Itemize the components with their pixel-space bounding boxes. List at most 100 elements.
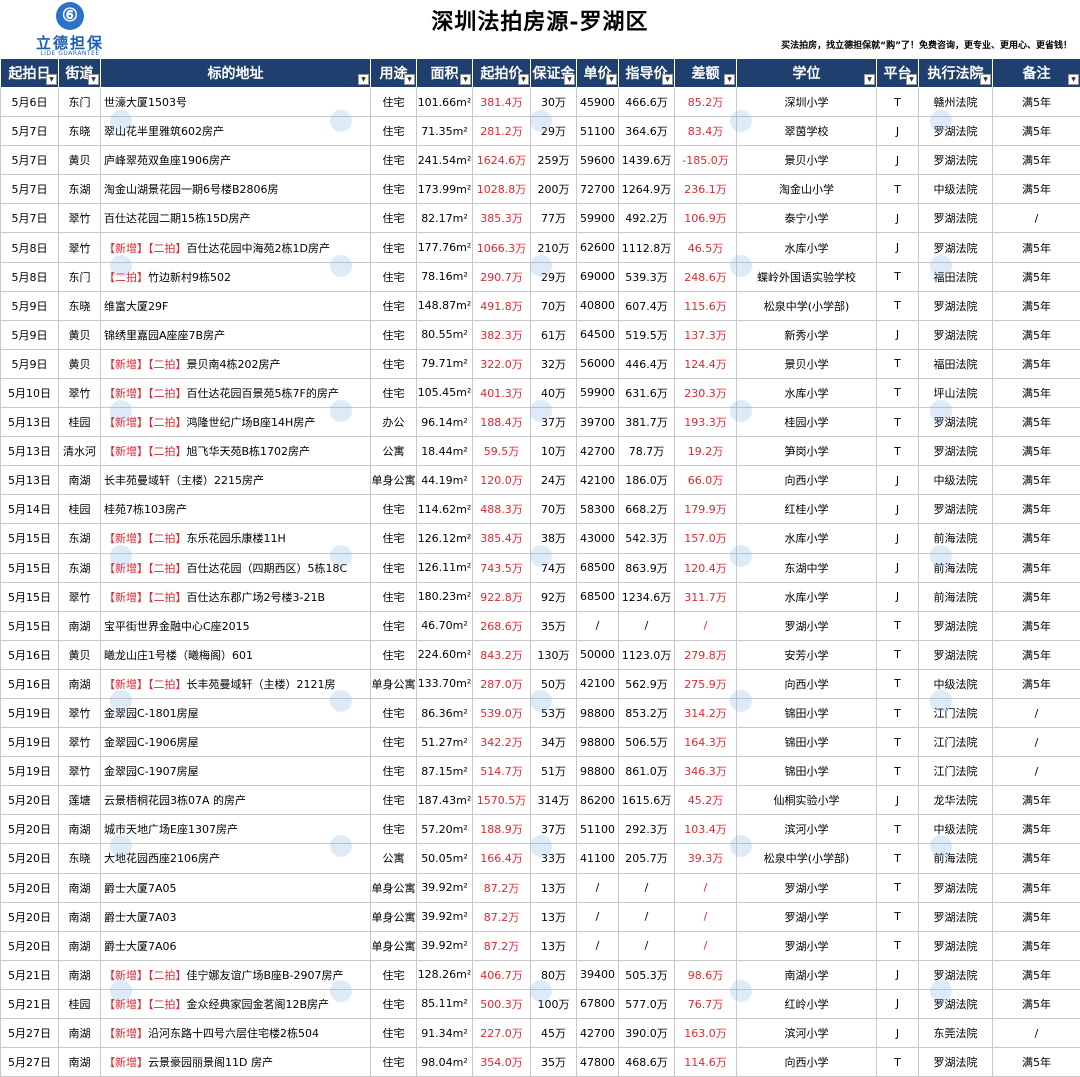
new-tag: 【新增】: [104, 357, 148, 371]
column-header-difference[interactable]: 差额 ▼: [674, 58, 737, 88]
cell-court: 前海法院: [918, 552, 993, 583]
cell-school: 红桂小学: [736, 494, 877, 525]
cell-area: 91.34m²: [416, 1017, 473, 1049]
cell-court: 罗湖法院: [918, 145, 993, 176]
cell-guide-price: 468.6万: [618, 1047, 675, 1077]
cell-school: 水库小学: [736, 581, 877, 612]
cell-guide-price: 466.6万: [618, 86, 675, 118]
column-header-deposit[interactable]: 保证金 ▼: [530, 58, 577, 88]
cell-street: 桂园: [58, 988, 101, 1020]
cell-area: 105.45m²: [416, 377, 473, 409]
table-row: 5月19日 翠竹 金翠园C-1906房屋 住宅 51.27m² 342.2万 34万 9880…: [0, 727, 1080, 758]
cell-deposit: 92万: [530, 581, 577, 612]
cell-platform: J: [876, 523, 919, 554]
column-header-label: 备注: [1022, 66, 1051, 82]
table-row: 5月13日 南湖 长丰苑曼域轩（主楼）2215房产 单身公寓 44.19m² 120.0万…: [0, 465, 1080, 496]
cell-unit-price: 86200: [576, 785, 619, 816]
filter-dropdown-icon[interactable]: ▼: [606, 74, 617, 85]
column-header-note[interactable]: 备注 ▼: [992, 58, 1080, 88]
cell-note: 满5年: [992, 86, 1080, 118]
cell-street: 翠竹: [58, 756, 101, 787]
filter-dropdown-icon[interactable]: ▼: [662, 74, 673, 85]
cell-court: 中级法院: [918, 174, 993, 205]
filter-dropdown-icon[interactable]: ▼: [564, 74, 575, 85]
second-auction-tag: 【二拍】: [148, 241, 187, 255]
cell-platform: J: [876, 494, 919, 525]
column-header-start-price[interactable]: 起拍价 ▼: [472, 58, 531, 88]
cell-difference: 98.6万: [674, 959, 737, 990]
filter-dropdown-icon[interactable]: ▼: [358, 74, 369, 85]
column-header-street[interactable]: 街道 ▼: [58, 58, 101, 88]
filter-dropdown-icon[interactable]: ▼: [518, 74, 529, 85]
cell-date: 5月20日: [0, 930, 59, 961]
filter-dropdown-icon[interactable]: ▼: [1068, 74, 1079, 85]
cell-start-price: 491.8万: [472, 290, 531, 321]
cell-address: 【新增】【二拍】百仕达东郡广场2号楼3-21B: [100, 581, 371, 612]
cell-start-price: 290.7万: [472, 261, 531, 292]
filter-dropdown-icon[interactable]: ▼: [906, 74, 917, 85]
column-header-school[interactable]: 学位 ▼: [736, 58, 877, 88]
filter-dropdown-icon[interactable]: ▼: [46, 74, 57, 85]
cell-date: 5月21日: [0, 988, 59, 1020]
address-text: 桂苑7栋103房产: [104, 503, 187, 517]
cell-guide-price: 542.3万: [618, 523, 675, 554]
address-text: 云景豪园丽景阁11D 房产: [148, 1056, 273, 1070]
cell-street: 南湖: [58, 668, 101, 699]
table-row: 5月20日 南湖 城市天地广场E座1307房产 住宅 57.20m² 188.9万 37万 5…: [0, 814, 1080, 845]
cell-unit-price: 45900: [576, 86, 619, 118]
cell-deposit: 30万: [530, 86, 577, 118]
column-header-date[interactable]: 起拍日 ▼: [0, 58, 59, 88]
cell-address: 【新增】【二拍】旭飞华天苑B栋1702房产: [100, 436, 371, 467]
cell-difference: 346.3万: [674, 756, 737, 787]
cell-court: 中级法院: [918, 814, 993, 845]
cell-use: 住宅: [370, 581, 417, 612]
cell-address: 【新增】【二拍】佳宁娜友谊广场B座B-2907房产: [100, 959, 371, 990]
cell-guide-price: 505.3万: [618, 959, 675, 990]
cell-unit-price: 42700: [576, 1017, 619, 1049]
table-row: 5月14日 桂园 桂苑7栋103房产 住宅 114.62m² 488.3万 70万 58300…: [0, 494, 1080, 525]
cell-area: 51.27m²: [416, 727, 473, 758]
filter-dropdown-icon[interactable]: ▼: [724, 74, 735, 85]
column-header-court[interactable]: 执行法院 ▼: [918, 58, 993, 88]
cell-guide-price: 1112.8万: [618, 232, 675, 263]
cell-school: 景贝小学: [736, 348, 877, 379]
cell-use: 公寓: [370, 843, 417, 874]
address-text: 东乐花园乐康楼11H: [186, 532, 286, 546]
address-text: 翠山花半里雅筑602房产: [104, 125, 224, 139]
cell-start-price: 59.5万: [472, 436, 531, 467]
cell-platform: J: [876, 988, 919, 1020]
filter-dropdown-icon[interactable]: ▼: [980, 74, 991, 85]
column-header-guide-price[interactable]: 指导价 ▼: [618, 58, 675, 88]
cell-deposit: 40万: [530, 377, 577, 409]
cell-start-price: 227.0万: [472, 1017, 531, 1049]
column-header-area[interactable]: 面积 ▼: [416, 58, 473, 88]
cell-court: 前海法院: [918, 523, 993, 554]
cell-note: 满5年: [992, 377, 1080, 409]
cell-guide-price: 205.7万: [618, 843, 675, 874]
filter-dropdown-icon[interactable]: ▼: [404, 74, 415, 85]
cell-deposit: 37万: [530, 407, 577, 438]
cell-use: 住宅: [370, 727, 417, 758]
cell-date: 5月16日: [0, 639, 59, 670]
cell-court: 罗湖法院: [918, 232, 993, 263]
column-header-unit-price[interactable]: 单价 ▼: [576, 58, 619, 88]
column-header-address[interactable]: 标的地址 ▼: [100, 58, 371, 88]
filter-dropdown-icon[interactable]: ▼: [88, 74, 99, 85]
cell-deposit: 45万: [530, 1017, 577, 1049]
cell-start-price: 385.4万: [472, 523, 531, 554]
cell-unit-price: 39700: [576, 407, 619, 438]
filter-dropdown-icon[interactable]: ▼: [864, 74, 875, 85]
cell-address: 金翠园C-1801房屋: [100, 697, 371, 729]
column-header-platform[interactable]: 平台 ▼: [876, 58, 919, 88]
cell-deposit: 35万: [530, 1047, 577, 1077]
cell-guide-price: 861.0万: [618, 756, 675, 787]
cell-area: 224.60m²: [416, 639, 473, 670]
cell-note: 满5年: [992, 232, 1080, 263]
cell-start-price: 322.0万: [472, 348, 531, 379]
table-row: 5月8日 东门 【二拍】竹边新村9栋502 住宅 78.16m² 290.7万 29万 690…: [0, 261, 1080, 292]
cell-school: 安芳小学: [736, 639, 877, 670]
cell-court: 福田法院: [918, 261, 993, 292]
column-header-use[interactable]: 用途 ▼: [370, 58, 417, 88]
cell-date: 5月15日: [0, 552, 59, 583]
filter-dropdown-icon[interactable]: ▼: [460, 74, 471, 85]
